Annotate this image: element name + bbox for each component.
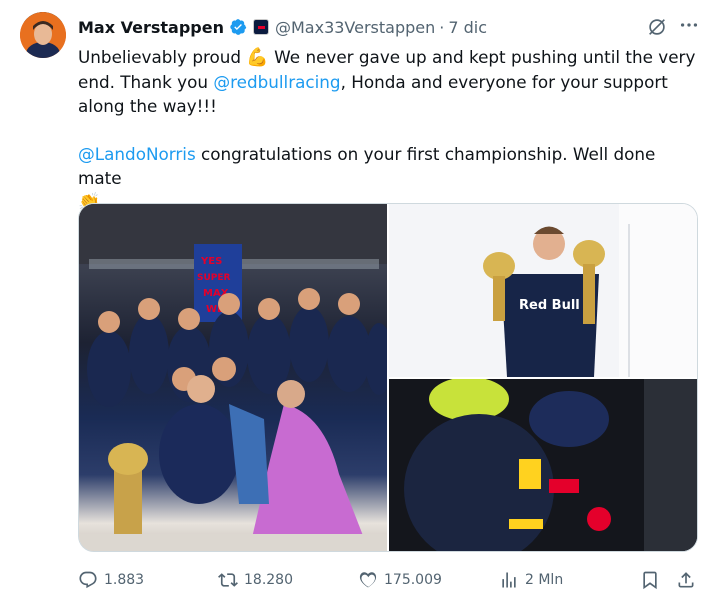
tweet[interactable]: Max Verstappen @Max33Verstappen · 7 dic … bbox=[0, 0, 718, 606]
trophies-photo[interactable]: Red Bull bbox=[389, 204, 697, 377]
views-icon bbox=[502, 572, 516, 588]
sign-text-1: YES bbox=[200, 256, 222, 267]
more-icon[interactable] bbox=[677, 14, 701, 38]
like-count: 175.009 bbox=[384, 572, 442, 588]
team-celebration-photo[interactable]: YES SUPER MAX WE bbox=[79, 204, 393, 551]
media-grid: YES SUPER MAX WE Red Bull bbox=[78, 203, 698, 552]
tweet-actions: 1.883 18.280 175.009 2 Mln bbox=[78, 566, 698, 594]
flexed-biceps-emoji: 💪 bbox=[246, 47, 269, 68]
repost-icon bbox=[218, 573, 238, 587]
bookmark-icon bbox=[643, 571, 657, 590]
verified-badge-icon bbox=[229, 18, 247, 36]
avatar[interactable] bbox=[20, 12, 66, 58]
tweet-date[interactable]: 7 dic bbox=[448, 18, 487, 37]
shirt-brand-text: Red Bull bbox=[519, 298, 580, 313]
tweet-text: Unbelievably proud 💪 We never gave up an… bbox=[78, 45, 698, 215]
share-button[interactable] bbox=[676, 566, 696, 594]
repost-button[interactable]: 18.280 bbox=[218, 566, 293, 594]
author-handle[interactable]: @Max33Verstappen bbox=[275, 18, 435, 37]
tweet-header: Max Verstappen @Max33Verstappen · 7 dic bbox=[78, 16, 487, 38]
reply-button[interactable]: 1.883 bbox=[78, 566, 144, 594]
affiliate-badge-icon[interactable] bbox=[252, 19, 269, 35]
author-name[interactable]: Max Verstappen bbox=[78, 18, 224, 37]
share-icon bbox=[678, 572, 694, 588]
mention-landonorris[interactable]: @LandoNorris bbox=[78, 144, 196, 164]
bookmark-button[interactable] bbox=[640, 566, 660, 594]
like-button[interactable]: 175.009 bbox=[358, 566, 442, 594]
views-button[interactable]: 2 Mln bbox=[499, 566, 563, 594]
separator-dot: · bbox=[439, 17, 445, 37]
views-count: 2 Mln bbox=[525, 572, 564, 588]
hug-photo[interactable] bbox=[389, 377, 697, 551]
tweet-paragraph-1: Unbelievably proud 💪 We never gave up an… bbox=[78, 47, 696, 116]
grok-icon[interactable] bbox=[646, 16, 668, 38]
reply-count: 1.883 bbox=[104, 572, 145, 588]
mention-redbullracing[interactable]: @redbullracing bbox=[213, 72, 340, 92]
sign-text-2: SUPER bbox=[197, 273, 231, 283]
reply-icon bbox=[79, 571, 97, 589]
heart-icon bbox=[359, 572, 377, 588]
repost-count: 18.280 bbox=[244, 572, 293, 588]
